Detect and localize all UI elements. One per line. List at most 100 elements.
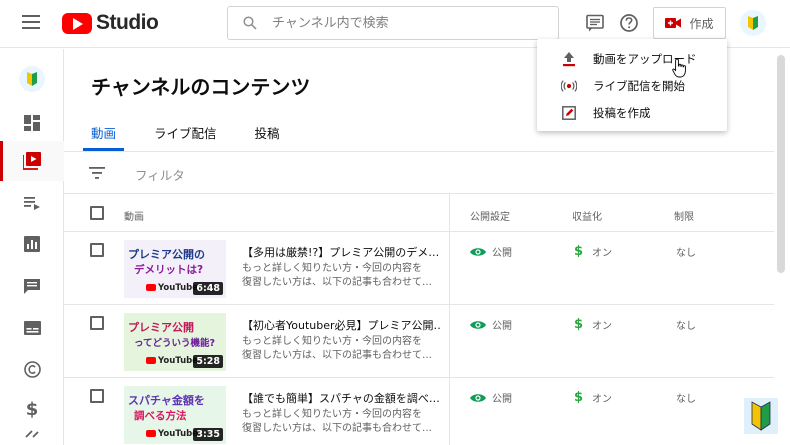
- visibility-cell[interactable]: 公開: [470, 317, 512, 332]
- search-box[interactable]: [227, 6, 559, 40]
- table-row[interactable]: スパチャ金額を 調べる方法 YouTube 3:35 【誰でも簡単】スパチャの金…: [64, 379, 774, 445]
- restrictions-cell: なし: [676, 321, 696, 332]
- thumbnail-text-line1: プレミア公開: [128, 321, 194, 334]
- video-duration: 3:35: [193, 428, 223, 441]
- column-visibility[interactable]: 公開設定: [470, 208, 510, 223]
- thumbnail-text-line2: ってどういう機能?: [134, 338, 216, 349]
- monetization-label: オン: [592, 248, 613, 259]
- video-duration: 5:28: [193, 355, 223, 368]
- filter-bar[interactable]: フィルタ: [64, 152, 774, 194]
- search-icon: [243, 16, 257, 30]
- sidebar-item-customization[interactable]: [0, 429, 64, 445]
- sidebar-item-subtitles[interactable]: [0, 308, 64, 348]
- description-line: もっと詳しく知りたい方・今回の内容を: [242, 336, 422, 347]
- hand-cursor-icon: [672, 58, 686, 78]
- video-title[interactable]: 【初心者Youtuber必見】プレミア公開…: [242, 317, 442, 333]
- sidebar-item-comments[interactable]: [0, 266, 64, 306]
- table-row[interactable]: プレミア公開の デメリットは? YouTube 6:48 【多用は厳禁!?】プレ…: [64, 233, 774, 305]
- select-all-checkbox[interactable]: [90, 206, 104, 220]
- create-button-label: 作成: [689, 16, 714, 31]
- create-button[interactable]: 作成: [653, 7, 726, 39]
- comments-icon: [24, 279, 40, 294]
- sidebar-item-analytics[interactable]: [0, 224, 64, 264]
- thumbnail-text-line2: デメリットは?: [134, 264, 204, 276]
- visibility-cell[interactable]: 公開: [470, 244, 512, 259]
- youtube-logo-icon: [62, 12, 92, 34]
- tab-posts[interactable]: 投稿: [255, 115, 280, 151]
- thumbnail-channel: YouTube: [146, 429, 198, 439]
- tab-videos[interactable]: 動画: [82, 115, 125, 151]
- description-line: もっと詳しく知りたい方・今回の内容を: [242, 263, 422, 274]
- video-thumbnail[interactable]: プレミア公開の デメリットは? YouTube 6:48: [124, 240, 226, 298]
- visibility-cell[interactable]: 公開: [470, 390, 512, 405]
- restrictions-cell: なし: [676, 248, 696, 259]
- filter-icon[interactable]: [89, 167, 105, 179]
- column-monetization[interactable]: 収益化: [572, 208, 602, 223]
- search-input[interactable]: [272, 13, 552, 33]
- menu-item-go-live[interactable]: ライブ配信を開始: [537, 72, 727, 99]
- content-icon: [23, 152, 41, 170]
- menu-icon[interactable]: [22, 15, 40, 29]
- thumbnail-text-line1: スパチャ金額を: [128, 394, 205, 407]
- row-checkbox[interactable]: [90, 316, 104, 330]
- video-description: もっと詳しく知りたい方・今回の内容を 復習したい方は、以下の記事も合わせて…: [242, 335, 442, 363]
- playlists-icon: [24, 197, 40, 210]
- sidebar-item-monetization[interactable]: $: [0, 389, 64, 429]
- logo-text: Studio: [96, 11, 159, 34]
- beginner-mark-icon: [27, 72, 37, 86]
- table-header: 動画 公開設定 収益化 制限: [64, 194, 774, 232]
- feedback-icon[interactable]: [585, 13, 605, 33]
- video-thumbnail[interactable]: スパチャ金額を 調べる方法 YouTube 3:35: [124, 386, 226, 444]
- thumbnail-channel: YouTube: [146, 283, 198, 293]
- video-description: もっと詳しく知りたい方・今回の内容を 復習したい方は、以下の記事も合わせて…: [242, 262, 442, 290]
- analytics-icon: [24, 236, 40, 252]
- video-title[interactable]: 【多用は厳禁!?】プレミア公開のデメ…: [242, 244, 442, 260]
- page-title: チャンネルのコンテンツ: [91, 75, 311, 99]
- help-icon[interactable]: [619, 13, 639, 33]
- scrollbar[interactable]: [777, 55, 785, 273]
- sidebar-item-playlists[interactable]: [0, 183, 64, 223]
- subtitles-icon: [23, 321, 41, 335]
- video-description: もっと詳しく知りたい方・今回の内容を 復習したい方は、以下の記事も合わせて…: [242, 408, 442, 436]
- description-line: 復習したい方は、以下の記事も合わせて…: [242, 423, 432, 434]
- monetization-label: オン: [592, 321, 613, 332]
- sidebar-item-copyright[interactable]: [0, 349, 64, 389]
- row-checkbox[interactable]: [90, 243, 104, 257]
- description-line: 復習したい方は、以下の記事も合わせて…: [242, 277, 432, 288]
- menu-item-create-post[interactable]: 投稿を作成: [537, 99, 727, 126]
- thumbnail-text-line2: 調べる方法: [134, 410, 187, 422]
- monetization-cell[interactable]: $ オン: [574, 244, 612, 259]
- dashboard-icon: [24, 115, 40, 131]
- row-checkbox[interactable]: [90, 389, 104, 403]
- video-title[interactable]: 【誰でも簡単】スパチャの金額を調べ…: [242, 390, 442, 406]
- sidebar-item-content[interactable]: [0, 141, 64, 181]
- tab-live[interactable]: ライブ配信: [154, 115, 217, 151]
- eye-icon: [470, 247, 486, 256]
- studio-logo[interactable]: Studio: [62, 11, 159, 35]
- visibility-label: 公開: [492, 321, 512, 332]
- video-thumbnail[interactable]: プレミア公開 ってどういう機能? YouTube 5:28: [124, 313, 226, 371]
- monetization-cell[interactable]: $ オン: [574, 390, 612, 405]
- menu-item-upload[interactable]: 動画をアップロード: [537, 45, 727, 72]
- copyright-icon: [23, 360, 41, 378]
- dollar-icon: $: [574, 317, 584, 332]
- dollar-icon: $: [574, 390, 584, 405]
- video-duration: 6:48: [193, 282, 223, 295]
- column-video[interactable]: 動画: [124, 208, 144, 223]
- menu-item-label: 投稿を作成: [593, 105, 651, 120]
- table-row[interactable]: プレミア公開 ってどういう機能? YouTube 5:28 【初心者Youtub…: [64, 306, 774, 378]
- monetization-cell[interactable]: $ オン: [574, 317, 612, 332]
- account-avatar[interactable]: [740, 10, 766, 36]
- thumbnail-channel: YouTube: [146, 356, 198, 366]
- menu-item-label: ライブ配信を開始: [593, 78, 685, 93]
- restrictions-cell: なし: [676, 394, 696, 405]
- column-restrictions[interactable]: 制限: [674, 208, 694, 223]
- description-line: もっと詳しく知りたい方・今回の内容を: [242, 409, 422, 420]
- edit-post-icon: [561, 105, 577, 121]
- beginner-mark-icon: [748, 16, 758, 30]
- sidebar-item-dashboard[interactable]: [0, 103, 64, 143]
- channel-avatar[interactable]: [19, 66, 45, 92]
- monetization-label: オン: [592, 394, 613, 405]
- content-tabs: 動画 ライブ配信 投稿: [82, 115, 318, 151]
- live-icon: [561, 78, 577, 94]
